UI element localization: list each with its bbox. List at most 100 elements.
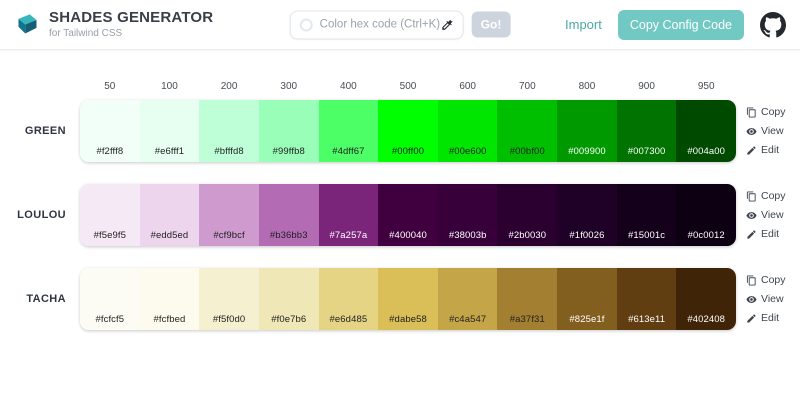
swatch-loulou-200[interactable]: #cf9bcf — [199, 184, 259, 246]
hex-label: #402408 — [687, 314, 726, 325]
action-label: View — [761, 208, 784, 221]
edit-button[interactable]: Edit — [746, 144, 800, 157]
hex-label: #fcfbed — [153, 314, 186, 325]
github-icon[interactable] — [760, 11, 786, 38]
hex-label: #f0e7b6 — [271, 314, 307, 325]
main-content: 50 100 200 300 400 500 600 700 800 900 950 GREEN #… — [0, 50, 800, 330]
swatch-loulou-100[interactable]: #edd5ed — [139, 184, 200, 246]
copy-icon — [746, 106, 756, 118]
hex-label: #dabe58 — [389, 314, 427, 325]
swatch-loulou-400[interactable]: #7a257a — [318, 184, 379, 246]
swatch-tacha-600[interactable]: #c4a547 — [437, 268, 498, 330]
column-label-500: 500 — [399, 80, 417, 92]
palette-row: GREEN #f2fff8 #e6fff1 #bfffd8 #99ffb8 #4dff6… — [0, 100, 800, 162]
swatch-green-200[interactable]: #bfffd8 — [199, 100, 259, 162]
swatch-green-800[interactable]: #009900 — [557, 100, 617, 162]
row-actions: Copy View Edit — [736, 190, 800, 241]
hex-label: #c4a547 — [449, 314, 487, 325]
palette-row: TACHA #fcfcf5 #fcfbed #f5f0d0 #f0e7b6 #e6d48… — [0, 268, 800, 330]
swatch-loulou-700[interactable]: #2b0030 — [497, 184, 558, 246]
palette-name: GREEN — [24, 125, 66, 137]
swatch-loulou-600[interactable]: #38003b — [437, 184, 498, 246]
pencil-icon — [747, 229, 756, 239]
swatch-tacha-50[interactable]: #fcfcf5 — [80, 268, 140, 330]
hex-code-input[interactable] — [319, 18, 441, 31]
column-headers: 50 100 200 300 400 500 600 700 800 900 950 — [80, 81, 736, 92]
row-actions: Copy View Edit — [736, 274, 800, 325]
pencil-icon — [747, 145, 756, 155]
edit-button[interactable]: Edit — [746, 228, 800, 241]
palette-row: LOULOU #f5e9f5 #edd5ed #cf9bcf #b36bb3 #7a25… — [0, 184, 800, 246]
swatch-green-100[interactable]: #e6fff1 — [139, 100, 200, 162]
brand: SHADES GENERATOR for Tailwind CSS — [14, 10, 213, 39]
search-group: Go! — [289, 10, 511, 39]
import-link[interactable]: Import — [565, 17, 602, 32]
swatch-green-950[interactable]: #004a00 — [676, 100, 736, 162]
swatch-tacha-800[interactable]: #825e1f — [557, 268, 617, 330]
eye-icon — [746, 127, 757, 135]
hex-label: #00bf00 — [509, 146, 545, 157]
swatch-loulou-500[interactable]: #400040 — [378, 184, 438, 246]
column-label-700: 700 — [518, 80, 536, 92]
copy-icon — [746, 274, 756, 286]
swatch-green-50[interactable]: #f2fff8 — [80, 100, 140, 162]
view-button[interactable]: View — [746, 293, 800, 306]
column-label-50: 50 — [104, 80, 116, 92]
hex-label: #e6fff1 — [154, 146, 185, 157]
go-button[interactable]: Go! — [471, 11, 511, 38]
app-logo-icon — [18, 14, 37, 34]
swatch-tacha-300[interactable]: #f0e7b6 — [258, 268, 319, 330]
search-box[interactable] — [289, 10, 464, 39]
edit-button[interactable]: Edit — [746, 312, 800, 325]
view-button[interactable]: View — [746, 209, 800, 222]
column-label-100: 100 — [161, 80, 178, 92]
eye-icon — [746, 211, 757, 219]
hex-label: #99ffb8 — [272, 146, 305, 157]
hex-label: #007300 — [627, 146, 666, 157]
view-button[interactable]: View — [746, 125, 800, 138]
copy-icon — [746, 190, 756, 202]
action-label: Edit — [761, 311, 780, 324]
color-preview-dot — [299, 18, 313, 31]
copy-button[interactable]: Copy — [746, 106, 800, 119]
hex-label: #4dff67 — [332, 146, 365, 157]
swatch-tacha-900[interactable]: #613e11 — [616, 268, 677, 330]
swatch-tacha-700[interactable]: #a37f31 — [497, 268, 558, 330]
eyedropper-icon[interactable] — [441, 18, 454, 31]
hex-label: #edd5ed — [150, 230, 189, 241]
hex-label: #f2fff8 — [96, 146, 124, 157]
pencil-icon — [747, 313, 756, 323]
hex-label: #a37f31 — [509, 314, 545, 325]
action-label: View — [761, 124, 784, 137]
swatch-green-700[interactable]: #00bf00 — [497, 100, 558, 162]
swatch-loulou-950[interactable]: #0c0012 — [676, 184, 736, 246]
app-header: SHADES GENERATOR for Tailwind CSS Go! Im… — [0, 0, 800, 50]
swatch-loulou-900[interactable]: #15001c — [616, 184, 677, 246]
hex-label: #b36bb3 — [269, 230, 308, 241]
swatch-green-300[interactable]: #99ffb8 — [258, 100, 319, 162]
palette-strip: #f2fff8 #e6fff1 #bfffd8 #99ffb8 #4dff67 #00ff… — [80, 100, 736, 162]
swatch-loulou-50[interactable]: #f5e9f5 — [80, 184, 140, 246]
swatch-loulou-300[interactable]: #b36bb3 — [258, 184, 319, 246]
swatch-tacha-100[interactable]: #fcfbed — [139, 268, 200, 330]
swatch-tacha-400[interactable]: #e6d485 — [318, 268, 379, 330]
swatch-tacha-950[interactable]: #402408 — [676, 268, 736, 330]
hex-label: #00e600 — [448, 146, 487, 157]
swatch-green-500[interactable]: #00ff00 — [378, 100, 438, 162]
swatch-green-900[interactable]: #007300 — [616, 100, 677, 162]
column-label-300: 300 — [280, 80, 298, 92]
copy-config-code-button[interactable]: Copy Config Code — [617, 9, 744, 40]
palette-strip: #f5e9f5 #edd5ed #cf9bcf #b36bb3 #7a257a #4000… — [80, 184, 736, 246]
swatch-green-400[interactable]: #4dff67 — [318, 100, 379, 162]
swatch-green-600[interactable]: #00e600 — [437, 100, 498, 162]
copy-button[interactable]: Copy — [746, 274, 800, 287]
palette-rows: GREEN #f2fff8 #e6fff1 #bfffd8 #99ffb8 #4dff6… — [0, 100, 800, 330]
hex-label: #004a00 — [687, 146, 726, 157]
app-subtitle: for Tailwind CSS — [49, 27, 123, 39]
swatch-tacha-500[interactable]: #dabe58 — [378, 268, 438, 330]
hex-label: #2b0030 — [508, 230, 547, 241]
swatch-tacha-200[interactable]: #f5f0d0 — [199, 268, 259, 330]
copy-button[interactable]: Copy — [746, 190, 800, 203]
swatch-loulou-800[interactable]: #1f0026 — [557, 184, 617, 246]
action-label: View — [761, 292, 784, 305]
